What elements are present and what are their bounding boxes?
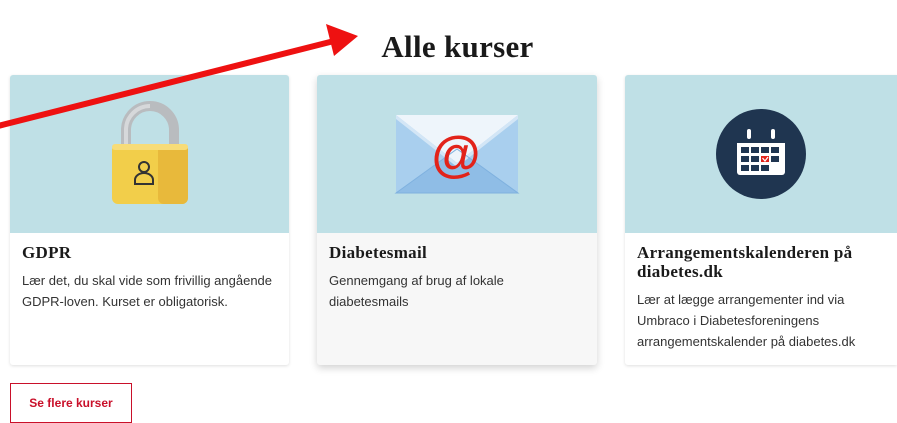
card-title: Arrangementskalenderen på diabetes.dk bbox=[637, 243, 853, 281]
card-title: GDPR bbox=[22, 243, 72, 262]
card-image bbox=[10, 75, 289, 233]
page-title: Alle kurser bbox=[381, 28, 534, 64]
course-card-diabetesmail[interactable]: @ Diabetesmail Gennemgang af brug af lok… bbox=[317, 75, 597, 365]
course-card-arrangementskalender[interactable]: Arrangementskalenderen på diabetes.dk Læ… bbox=[625, 75, 897, 365]
card-title: Diabetesmail bbox=[329, 243, 428, 262]
envelope-icon: @ bbox=[394, 115, 520, 194]
padlock-icon bbox=[111, 101, 188, 204]
card-image: @ bbox=[317, 75, 597, 233]
card-description: Lær at lægge arrangementer ind via Umbra… bbox=[637, 292, 856, 349]
card-description: Gennemgang af brug af lokale diabetesmai… bbox=[329, 273, 504, 309]
card-image bbox=[625, 75, 897, 233]
svg-text:@: @ bbox=[432, 126, 481, 182]
course-card-gdpr[interactable]: GDPR Lær det, du skal vide som frivillig… bbox=[10, 75, 289, 365]
calendar-icon bbox=[716, 109, 806, 199]
see-more-courses-button[interactable]: Se flere kurser bbox=[10, 383, 132, 423]
card-description: Lær det, du skal vide som frivillig angå… bbox=[22, 273, 273, 309]
